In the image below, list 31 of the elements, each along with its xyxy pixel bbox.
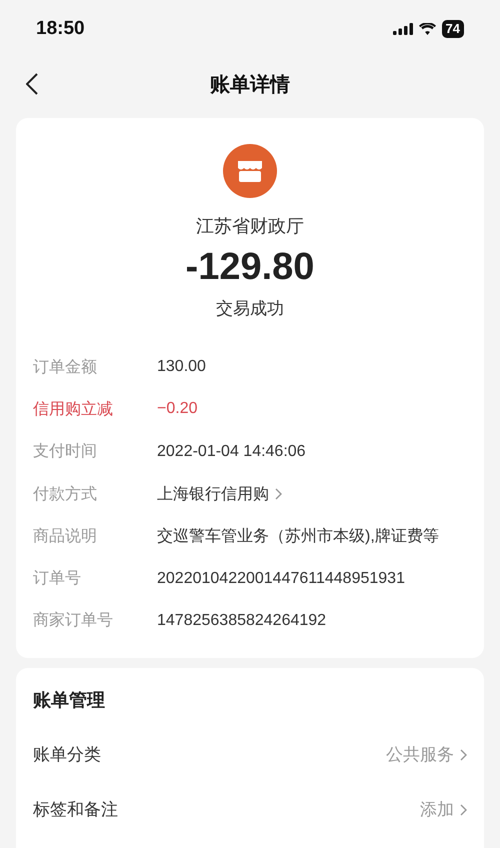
amount: -129.80 bbox=[186, 246, 314, 289]
wifi-icon bbox=[418, 23, 436, 35]
detail-label: 付款方式 bbox=[33, 484, 98, 505]
detail-value: 2022010422001447611448951931 bbox=[157, 570, 405, 588]
chevron-right-icon bbox=[460, 748, 467, 761]
detail-label: 信用购立减 bbox=[33, 400, 114, 420]
detail-value: 1478256385824264192 bbox=[157, 612, 326, 630]
page-title: 账单详情 bbox=[210, 72, 290, 98]
setting-label: 账单分类 bbox=[33, 744, 101, 766]
detail-value: 130.00 bbox=[157, 358, 206, 376]
transaction-status: 交易成功 bbox=[216, 298, 284, 320]
battery-level: 74 bbox=[442, 20, 464, 38]
setting-link[interactable]: 公共服务 bbox=[386, 743, 467, 766]
signal-icon bbox=[392, 23, 413, 35]
detail-label: 订单号 bbox=[33, 569, 82, 590]
detail-label: 支付时间 bbox=[33, 442, 98, 462]
chevron-right-icon bbox=[275, 488, 282, 500]
detail-value: 交巡警车管业务（苏州市本级),牌证费等 bbox=[157, 526, 439, 547]
setting-link[interactable]: 添加 bbox=[420, 798, 467, 822]
detail-label: 订单金额 bbox=[33, 358, 98, 378]
shop-icon bbox=[223, 144, 277, 198]
section-title: 账单管理 bbox=[33, 689, 106, 712]
detail-label: 商家订单号 bbox=[33, 610, 114, 632]
payment-method-link[interactable]: 上海银行信用购 bbox=[157, 484, 282, 505]
detail-label: 商品说明 bbox=[33, 526, 98, 547]
chevron-right-icon bbox=[460, 804, 467, 816]
merchant-name: 江苏省财政厅 bbox=[196, 215, 304, 238]
detail-value: 2022-01-04 14:46:06 bbox=[157, 442, 306, 461]
detail-value: −0.20 bbox=[157, 400, 198, 418]
setting-label: 标签和备注 bbox=[33, 799, 118, 822]
status-time: 18:50 bbox=[36, 18, 85, 40]
